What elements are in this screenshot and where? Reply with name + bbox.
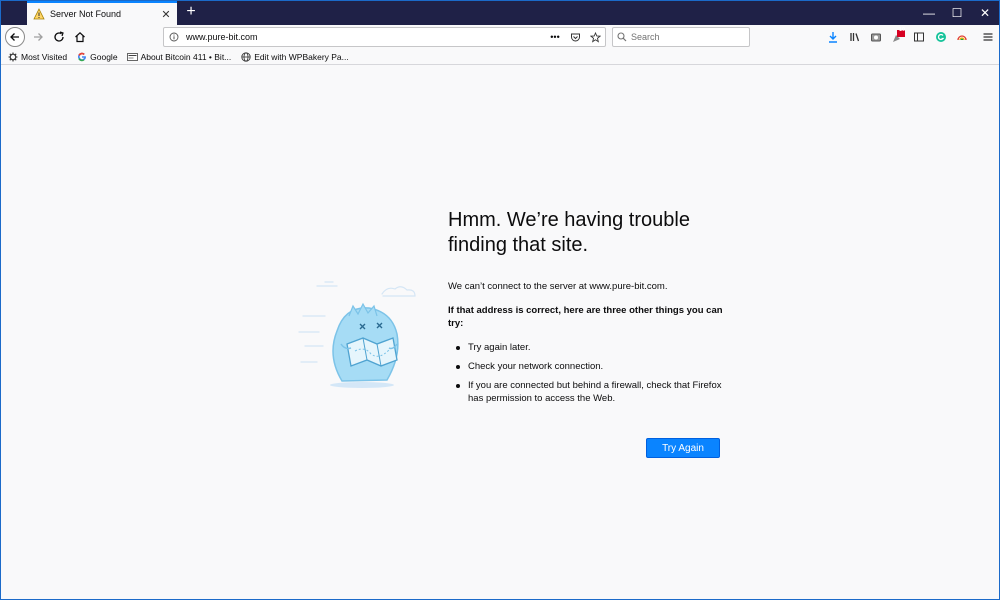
bookmark-star-icon[interactable]: [585, 31, 605, 43]
bookmark-about-bitcoin[interactable]: About Bitcoin 411 • Bit...: [126, 51, 232, 62]
list-item: If you are connected but behind a firewa…: [448, 379, 738, 405]
forward-arrow-icon: [34, 33, 43, 41]
bookmark-label: Most Visited: [21, 51, 68, 62]
page-icon: [126, 51, 138, 62]
url-text[interactable]: www.pure-bit.com: [184, 32, 545, 42]
forward-button[interactable]: [28, 27, 48, 47]
extension-notify-icon[interactable]: 10: [889, 27, 907, 46]
back-arrow-icon: [10, 33, 19, 41]
address-bar[interactable]: www.pure-bit.com •••: [163, 27, 606, 47]
new-tab-button[interactable]: +: [181, 2, 201, 24]
close-window-button[interactable]: ✕: [971, 1, 999, 25]
error-title-line-1: Hmm. We’re having trouble: [448, 209, 690, 231]
bookmark-google[interactable]: Google: [76, 51, 118, 62]
tab-close-icon[interactable]: ✕: [159, 8, 173, 21]
reload-icon: [54, 31, 64, 42]
error-title-line-2: finding that site.: [448, 234, 589, 256]
search-placeholder[interactable]: Search: [631, 32, 660, 42]
google-icon: [76, 51, 87, 62]
notification-badge: 10: [899, 27, 906, 33]
screenshot-icon[interactable]: [867, 28, 885, 46]
bookmark-label: About Bitcoin 411 • Bit...: [140, 51, 232, 62]
globe-icon: [240, 51, 251, 62]
suggestions-list: Try again later. Check your network conn…: [448, 341, 738, 405]
error-message-block: Hmm. We’re having trouble finding that s…: [448, 208, 738, 411]
confused-monster-illustration: [298, 281, 416, 388]
bookmark-most-visited[interactable]: Most Visited: [7, 51, 67, 62]
tab-strip: Server Not Found ✕ + — ☐ ✕: [1, 1, 999, 25]
pocket-icon[interactable]: [565, 32, 585, 43]
nav-bar: www.pure-bit.com ••• Search 10: [1, 25, 999, 49]
sidebar-toggle-icon[interactable]: [910, 28, 928, 46]
bookmark-wpbakery[interactable]: Edit with WPBakery Pa...: [240, 51, 349, 62]
downloads-icon[interactable]: [824, 28, 842, 46]
try-again-button[interactable]: Try Again: [646, 438, 720, 458]
search-icon: [613, 32, 631, 42]
back-button[interactable]: [5, 27, 25, 47]
tab-server-not-found[interactable]: Server Not Found ✕: [27, 1, 177, 25]
search-bar[interactable]: Search: [612, 27, 750, 47]
library-icon[interactable]: [846, 28, 864, 46]
rainbow-extension-icon[interactable]: [953, 28, 971, 46]
bookmarks-toolbar: Most Visited Google About Bitcoin 411 • …: [1, 49, 999, 65]
suggestions-heading: If that address is correct, here are thr…: [448, 305, 723, 329]
home-button[interactable]: [70, 27, 90, 47]
gear-icon: [7, 51, 18, 62]
home-icon: [75, 31, 85, 43]
maximize-button[interactable]: ☐: [943, 1, 971, 25]
info-icon[interactable]: [164, 32, 184, 42]
list-item: Try again later.: [448, 341, 738, 354]
browser-window: Server Not Found ✕ + — ☐ ✕ www.pure-bit.…: [0, 0, 1000, 600]
hamburger-menu-icon[interactable]: [979, 28, 997, 46]
minimize-button[interactable]: —: [915, 1, 943, 25]
bookmark-label: Edit with WPBakery Pa...: [254, 51, 349, 62]
warning-icon: [33, 8, 45, 20]
error-description: We can’t connect to the server at www.pu…: [448, 281, 668, 292]
page-actions-menu[interactable]: •••: [545, 32, 565, 42]
list-item: Check your network connection.: [448, 360, 738, 373]
grammarly-icon[interactable]: [932, 28, 950, 46]
error-title: Hmm. We’re having trouble finding that s…: [448, 208, 738, 258]
reload-button[interactable]: [49, 27, 69, 47]
bookmark-label: Google: [90, 51, 118, 62]
tab-title: Server Not Found: [50, 9, 122, 19]
